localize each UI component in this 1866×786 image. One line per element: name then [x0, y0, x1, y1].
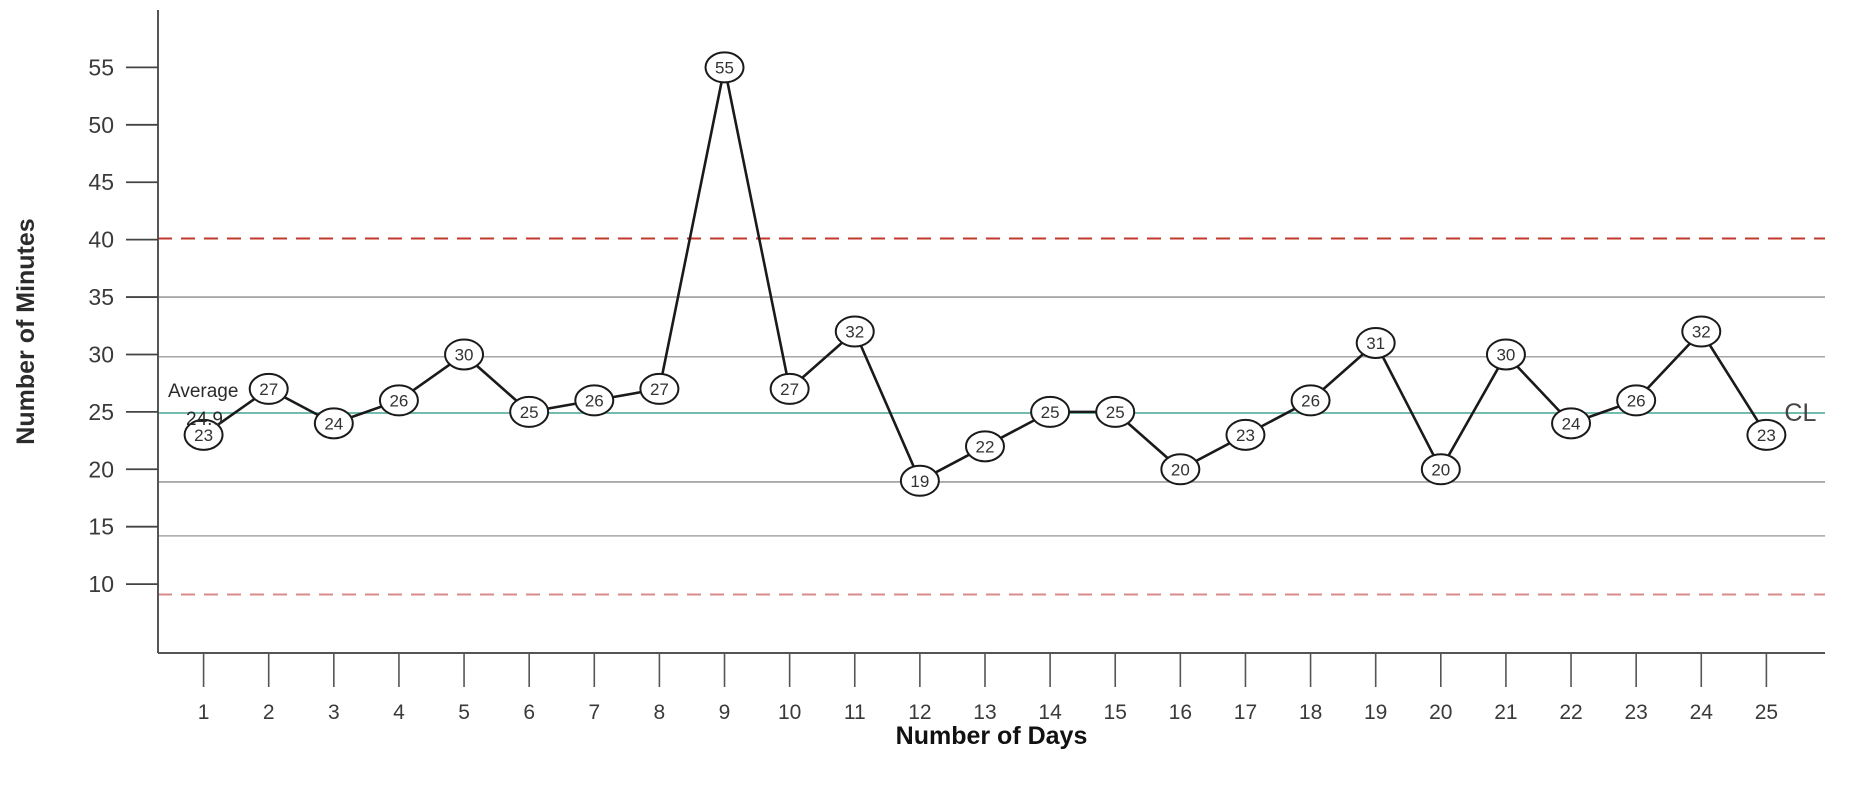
data-point-value-label: 23	[1236, 426, 1255, 445]
y-tick-label: 40	[88, 227, 114, 253]
y-axis-title: Number of Minutes	[12, 218, 40, 444]
data-point-marker[interactable]: 27	[769, 372, 810, 405]
x-tick-label: 7	[588, 701, 600, 724]
data-point-value-label: 32	[845, 323, 864, 342]
data-point-value-label: 24	[1562, 414, 1581, 433]
x-tick-label: 13	[973, 701, 996, 724]
y-tick-label: 45	[88, 169, 114, 195]
x-tick-label: 12	[908, 701, 931, 724]
data-point-value-label: 23	[1757, 426, 1776, 445]
control-chart: 10 15 20 25 30 35 40 45 50 55 1 2 3 4 5 6 7 8 9 10 11 12 13 14…	[0, 0, 1866, 786]
x-tick-label: 1	[198, 701, 210, 724]
x-tick-label: 2	[263, 701, 275, 724]
data-point-value-label: 20	[1171, 460, 1190, 479]
y-tick-label: 15	[88, 514, 114, 540]
data-point-value-label: 25	[1041, 403, 1060, 422]
x-tick-label: 11	[844, 701, 866, 724]
data-point-marker[interactable]: 26	[574, 384, 615, 417]
x-tick-label: 4	[393, 701, 405, 724]
average-annotation-label: Average	[168, 381, 238, 402]
y-tick-label: 35	[88, 284, 114, 310]
data-point-value-label: 24	[324, 414, 343, 433]
data-point-value-label: 27	[650, 380, 669, 399]
data-point-marker[interactable]: 30	[444, 338, 485, 371]
data-point-marker[interactable]: 23	[1746, 418, 1787, 451]
x-tick-label: 8	[654, 701, 666, 724]
x-tick-label: 19	[1364, 701, 1387, 724]
data-point-value-label: 30	[455, 345, 474, 364]
data-point-marker[interactable]: 22	[964, 430, 1005, 463]
x-tick-label: 24	[1690, 701, 1714, 724]
y-tick-label: 55	[88, 54, 114, 80]
data-point-marker[interactable]: 55	[704, 51, 745, 84]
data-point-marker[interactable]: 20	[1420, 453, 1461, 486]
x-tick-label: 22	[1559, 701, 1582, 724]
y-tick-label: 25	[88, 399, 114, 425]
data-point-value-label: 19	[910, 472, 929, 491]
data-point-value-label: 26	[1627, 391, 1646, 410]
data-point-value-label: 20	[1431, 460, 1450, 479]
x-tick-label: 16	[1169, 701, 1192, 724]
data-point-value-label: 27	[259, 380, 278, 399]
x-tick-label: 3	[328, 701, 340, 724]
data-point-marker[interactable]: 26	[1616, 384, 1657, 417]
x-tick-label: 17	[1234, 701, 1257, 724]
data-point-marker[interactable]: 24	[313, 407, 354, 440]
x-tick-label: 15	[1104, 701, 1127, 724]
data-point-value-label: 31	[1366, 334, 1385, 353]
data-point-marker[interactable]: 27	[248, 372, 289, 405]
x-tick-label: 21	[1494, 701, 1517, 724]
y-tick-label: 30	[88, 341, 114, 367]
data-point-marker[interactable]: 32	[834, 315, 875, 348]
x-tick-label: 6	[523, 701, 535, 724]
x-tick-label: 14	[1038, 701, 1062, 724]
data-point-marker[interactable]: 26	[378, 384, 419, 417]
x-tick-label: 18	[1299, 701, 1322, 724]
data-point-marker[interactable]: 30	[1485, 338, 1526, 371]
average-annotation-value: 24.9	[186, 409, 223, 430]
data-point-marker[interactable]: 25	[1030, 395, 1071, 428]
y-tick-label: 20	[88, 456, 114, 482]
data-point-value-label: 55	[715, 58, 734, 77]
center-line-label: CL	[1784, 399, 1816, 427]
x-tick-label: 10	[778, 701, 801, 724]
data-point-marker[interactable]: 25	[1095, 395, 1136, 428]
x-tick-label: 9	[719, 701, 731, 724]
data-point-marker[interactable]: 20	[1160, 453, 1201, 486]
x-tick-label: 25	[1755, 701, 1778, 724]
y-tick-label: 50	[88, 112, 114, 138]
data-point-value-label: 30	[1496, 345, 1515, 364]
x-axis-title: Number of Days	[896, 722, 1088, 750]
data-point-marker[interactable]: 26	[1290, 384, 1331, 417]
data-point-value-label: 22	[976, 437, 995, 456]
data-point-value-label: 25	[520, 403, 539, 422]
y-tick-label: 10	[88, 571, 114, 597]
data-point-marker[interactable]: 27	[639, 372, 680, 405]
x-tick-label: 20	[1429, 701, 1452, 724]
data-point-value-label: 27	[780, 380, 799, 399]
data-point-marker[interactable]: 31	[1355, 326, 1396, 359]
data-point-marker[interactable]: 25	[509, 395, 550, 428]
data-point-value-label: 32	[1692, 323, 1711, 342]
data-point-marker[interactable]: 32	[1681, 315, 1722, 348]
data-point-marker[interactable]: 24	[1551, 407, 1592, 440]
data-point-value-label: 26	[389, 391, 408, 410]
control-chart-canvas: 10152025303540455055 1 2 3 4 5 6 7 8 9 10 11 12 13 14…	[0, 0, 1866, 786]
data-point-value-label: 26	[1301, 391, 1320, 410]
data-point-marker[interactable]: 23	[1225, 418, 1266, 451]
x-tick-label: 23	[1624, 701, 1647, 724]
data-point-value-label: 25	[1106, 403, 1125, 422]
x-tick-label: 5	[458, 701, 470, 724]
data-point-marker[interactable]: 19	[899, 464, 940, 497]
data-point-value-label: 26	[585, 391, 604, 410]
